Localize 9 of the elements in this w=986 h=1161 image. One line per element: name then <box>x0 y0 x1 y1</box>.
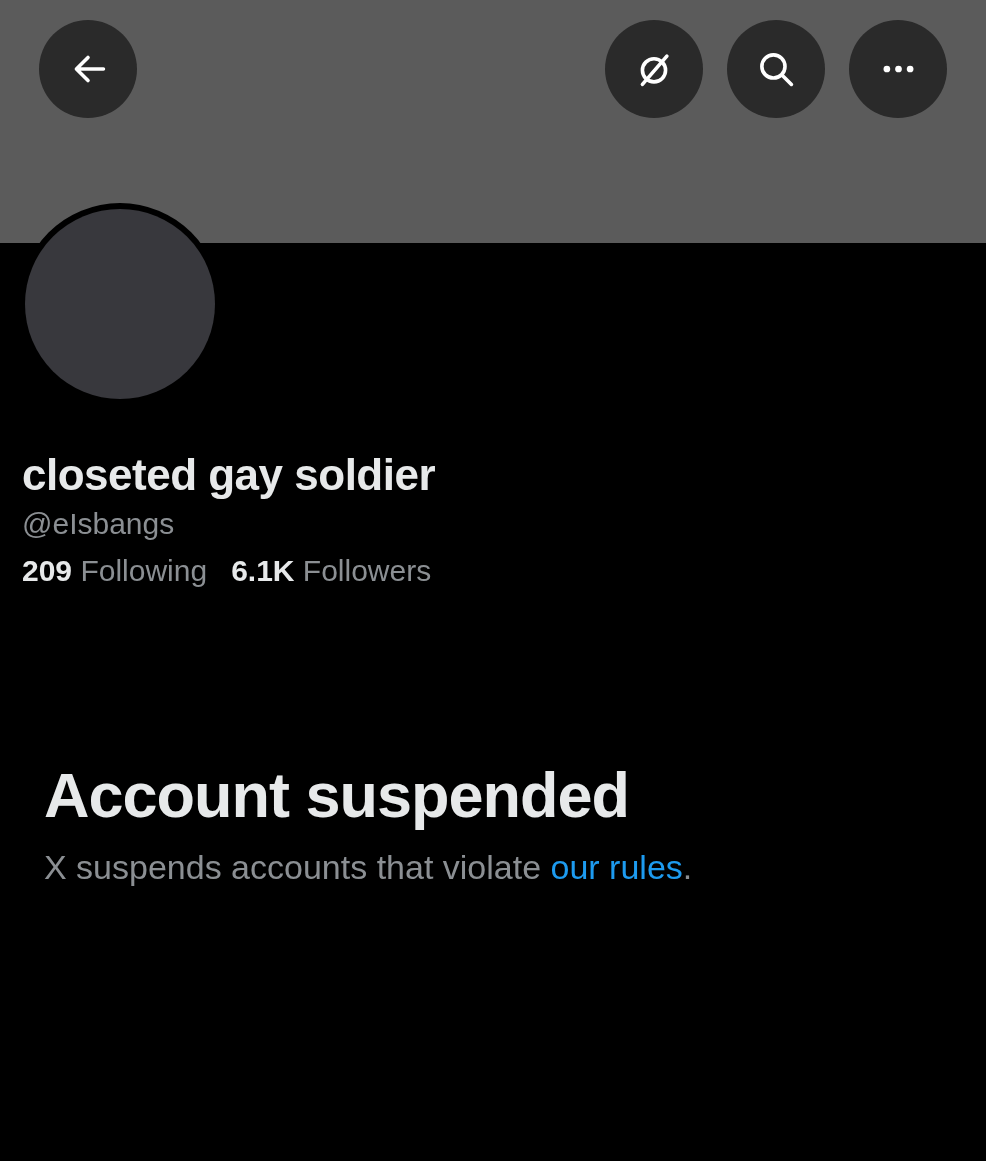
search-icon <box>758 51 794 87</box>
more-icon <box>882 65 914 73</box>
suspended-title: Account suspended <box>44 758 631 832</box>
profile-name: closeted gay soldier <box>22 449 437 501</box>
stat-link[interactable]: 209 Following <box>22 550 208 590</box>
rules-link[interactable]: our rules <box>550 848 683 887</box>
stat-link[interactable]: 6.1K Followers <box>231 550 432 590</box>
profile-handle: @eIsbangs <box>22 505 176 542</box>
suspension-message: X suspends accounts that violate our rules. <box>44 847 694 889</box>
